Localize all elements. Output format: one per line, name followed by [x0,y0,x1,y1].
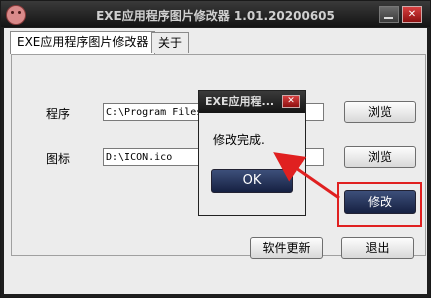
completion-dialog: EXE应用程... ✕ 修改完成. OK [198,90,306,216]
minimize-button[interactable] [379,6,399,23]
tab-main[interactable]: EXE应用程序图片修改器 [10,31,156,54]
tab-about[interactable]: 关于 [151,32,190,53]
exit-button[interactable]: 退出 [341,237,414,259]
close-button[interactable]: ✕ [402,6,422,23]
window-title: EXE应用程序图片修改器 1.01.20200605 [96,9,335,23]
title-bar[interactable]: EXE应用程序图片修改器 1.01.20200605 ✕ [1,1,430,27]
modify-highlight-box [337,182,422,227]
software-update-button[interactable]: 软件更新 [250,237,323,259]
browse-icon-button[interactable]: 浏览 [344,146,416,168]
icon-label: 图标 [46,152,71,166]
main-window: EXE应用程序图片修改器 1.01.20200605 ✕ EXE应用程序图片修改… [0,0,431,298]
dialog-close-icon[interactable]: ✕ [282,95,300,108]
browse-program-button[interactable]: 浏览 [344,101,416,123]
program-label: 程序 [46,107,71,121]
dialog-message: 修改完成. [213,133,265,147]
ok-button[interactable]: OK [211,169,293,193]
